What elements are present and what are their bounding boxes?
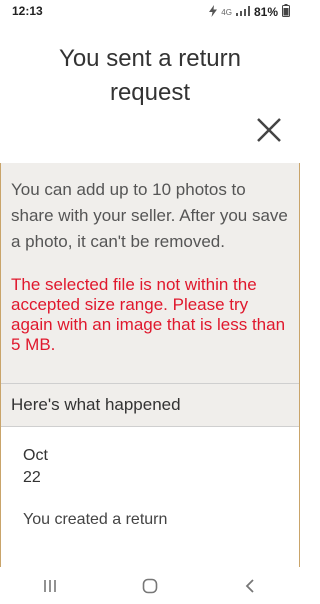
system-nav-bar [0, 568, 300, 604]
battery-text: 81% [253, 5, 278, 19]
timeline-event: You created a return [23, 511, 168, 528]
page-title-line2: request [109, 79, 191, 106]
close-button[interactable] [254, 115, 284, 145]
back-button[interactable] [235, 574, 265, 598]
battery-icon [282, 4, 290, 20]
home-button[interactable] [135, 574, 165, 598]
timeline-day: 22 [23, 469, 41, 486]
recent-apps-icon [44, 580, 56, 592]
network-label: 4G [221, 7, 232, 17]
timeline-month: Oct [23, 447, 48, 464]
page-title: You sent a return request [0, 42, 300, 110]
recent-apps-button[interactable] [35, 574, 65, 598]
signal-icon [235, 5, 250, 19]
close-icon [257, 118, 281, 142]
history-heading: Here's what happened [1, 384, 299, 427]
back-icon [245, 579, 254, 593]
status-bar: 12:13 4G 81% [0, 0, 300, 24]
upload-error-message: The selected file is not within the acce… [11, 275, 286, 354]
history-timeline: Oct 22 You created a return [1, 427, 299, 543]
home-icon [142, 578, 158, 594]
status-time: 12:13 [12, 4, 43, 18]
upload-info-text: You can add up to 10 photos to share wit… [11, 180, 288, 251]
content-frame: You can add up to 10 photos to share wit… [0, 163, 300, 567]
upload-panel: You can add up to 10 photos to share wit… [1, 163, 299, 383]
charging-icon [209, 4, 218, 20]
status-icons: 4G 81% [209, 4, 290, 20]
timeline-entry: Oct 22 You created a return [23, 445, 277, 531]
page-title-line1: You sent a return [59, 45, 241, 72]
